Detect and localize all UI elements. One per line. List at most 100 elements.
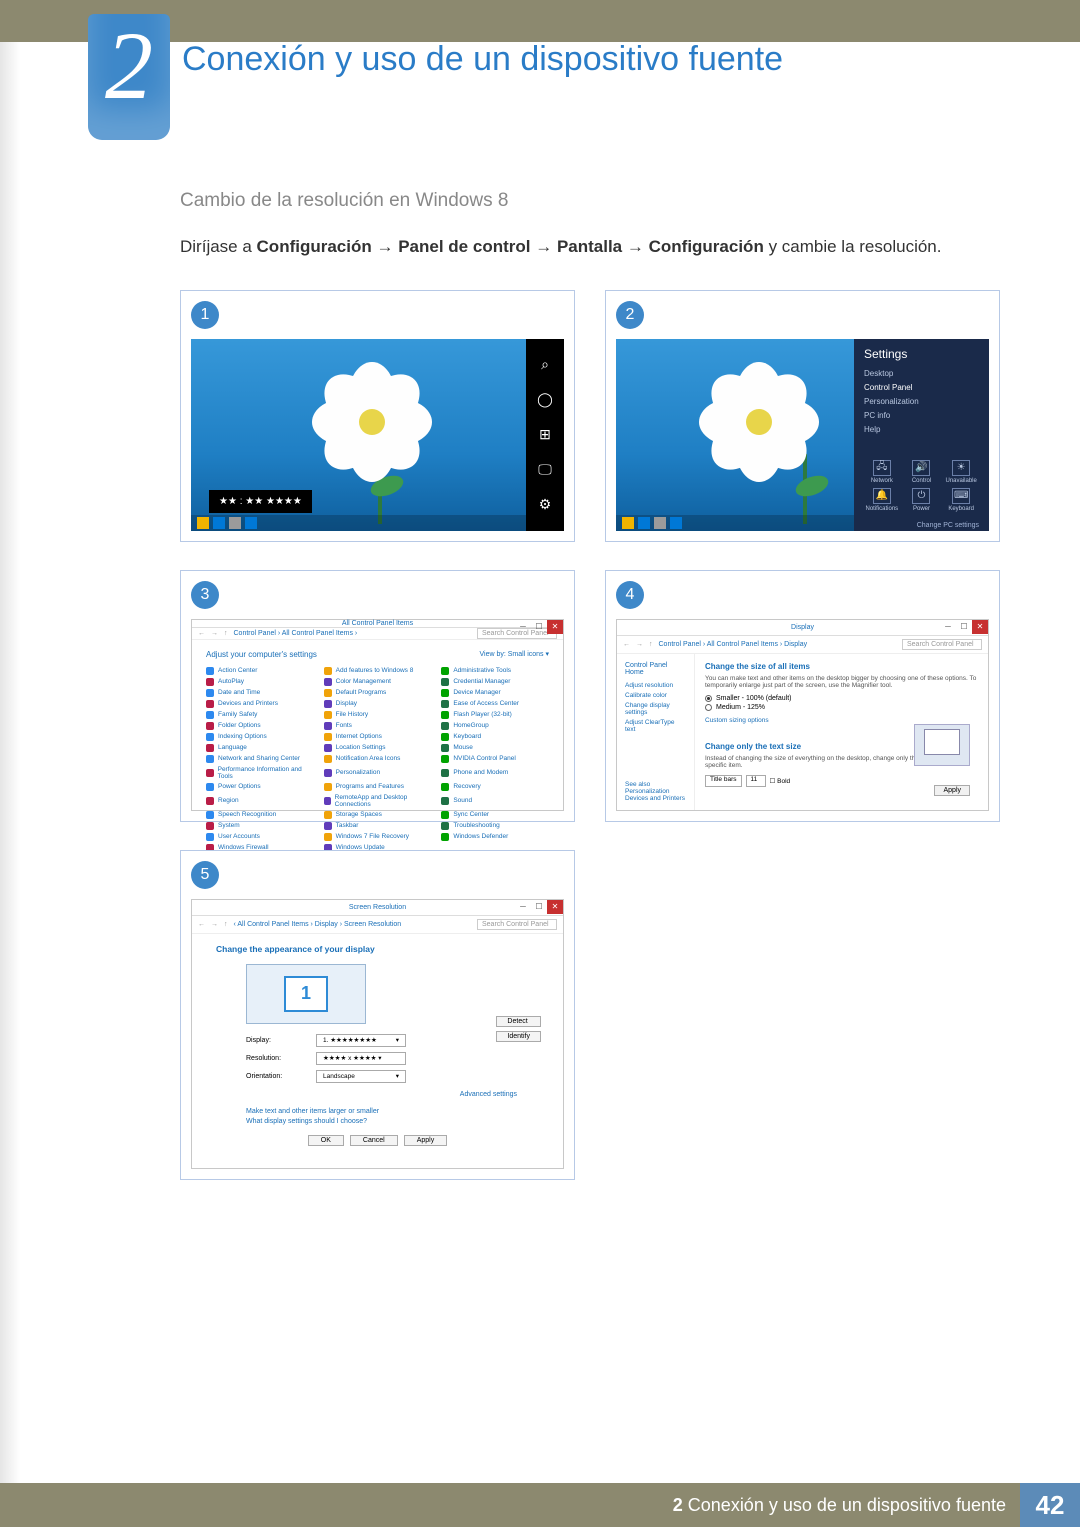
control-panel-link[interactable]: Location Settings bbox=[324, 744, 432, 752]
radio-medium[interactable]: Medium - 125% bbox=[705, 704, 978, 711]
control-panel-link[interactable]: Credential Manager bbox=[441, 678, 549, 686]
forward-icon[interactable]: → bbox=[211, 630, 218, 637]
control-panel-link[interactable]: Default Programs bbox=[324, 689, 432, 697]
control-panel-link[interactable]: HomeGroup bbox=[441, 722, 549, 730]
control-panel-link[interactable]: System bbox=[206, 822, 314, 830]
control-panel-link[interactable]: Region bbox=[206, 794, 314, 808]
see-also-link[interactable]: Personalization bbox=[625, 788, 685, 795]
see-also-link[interactable]: Devices and Printers bbox=[625, 795, 685, 802]
settings-item[interactable]: Desktop bbox=[864, 369, 979, 378]
control-panel-link[interactable]: Color Management bbox=[324, 678, 432, 686]
control-panel-link[interactable]: Notification Area Icons bbox=[324, 755, 432, 763]
identify-button[interactable]: Identify bbox=[496, 1031, 541, 1042]
resolution-dropdown[interactable]: ★★★★ x ★★★★ ▾ bbox=[316, 1052, 406, 1065]
cancel-button[interactable]: Cancel bbox=[350, 1135, 398, 1146]
control-panel-link[interactable]: Date and Time bbox=[206, 689, 314, 697]
control-panel-link[interactable]: NVIDIA Control Panel bbox=[441, 755, 549, 763]
share-icon[interactable]: ◯ bbox=[536, 391, 554, 409]
search-icon[interactable]: ⌕ bbox=[536, 356, 554, 374]
control-panel-link[interactable]: Internet Options bbox=[324, 733, 432, 741]
breadcrumb[interactable]: Control Panel › All Control Panel Items … bbox=[659, 641, 808, 648]
item-dropdown[interactable]: Title bars bbox=[705, 775, 742, 787]
control-panel-link[interactable]: Taskbar bbox=[324, 822, 432, 830]
devices-icon[interactable]: 🖵 bbox=[536, 461, 554, 479]
minimize-icon[interactable]: ─ bbox=[940, 620, 956, 634]
settings-item-control-panel[interactable]: Control Panel bbox=[864, 383, 979, 392]
view-by[interactable]: View by: Small icons ▾ bbox=[479, 650, 549, 658]
control-panel-link[interactable]: Programs and Features bbox=[324, 783, 432, 791]
minimize-icon[interactable]: ─ bbox=[515, 620, 531, 634]
control-panel-link[interactable]: Storage Spaces bbox=[324, 811, 432, 819]
control-panel-link[interactable]: Troubleshooting bbox=[441, 822, 549, 830]
control-panel-link[interactable]: Language bbox=[206, 744, 314, 752]
control-panel-link[interactable]: Fonts bbox=[324, 722, 432, 730]
help-link[interactable]: What display settings should I choose? bbox=[246, 1118, 539, 1125]
back-icon[interactable]: ← bbox=[198, 630, 205, 637]
control-panel-link[interactable]: Administrative Tools bbox=[441, 667, 549, 675]
settings-item[interactable]: Personalization bbox=[864, 397, 979, 406]
network-icon[interactable]: 🖧Network bbox=[864, 460, 900, 484]
control-panel-link[interactable]: Sound bbox=[441, 794, 549, 808]
control-panel-link[interactable]: Phone and Modem bbox=[441, 766, 549, 780]
settings-item[interactable]: Help bbox=[864, 425, 979, 434]
sidebar-item[interactable]: Calibrate color bbox=[625, 692, 686, 699]
bold-checkbox[interactable]: ☐ Bold bbox=[770, 777, 791, 785]
maximize-icon[interactable]: ☐ bbox=[531, 620, 547, 634]
control-panel-link[interactable]: Indexing Options bbox=[206, 733, 314, 741]
custom-sizing-link[interactable]: Custom sizing options bbox=[705, 717, 978, 724]
control-panel-link[interactable]: Mouse bbox=[441, 744, 549, 752]
sidebar-item[interactable]: Adjust resolution bbox=[625, 682, 686, 689]
power-icon[interactable]: ⏻Power bbox=[904, 488, 940, 512]
control-panel-link[interactable]: Recovery bbox=[441, 783, 549, 791]
control-panel-link[interactable]: Display bbox=[324, 700, 432, 708]
control-panel-link[interactable]: File History bbox=[324, 711, 432, 719]
maximize-icon[interactable]: ☐ bbox=[956, 620, 972, 634]
control-panel-link[interactable]: Action Center bbox=[206, 667, 314, 675]
brightness-icon[interactable]: ☀Unavailable bbox=[943, 460, 979, 484]
forward-icon[interactable]: → bbox=[636, 641, 643, 648]
advanced-settings-link[interactable]: Advanced settings bbox=[216, 1091, 517, 1098]
start-icon[interactable]: ⊞ bbox=[536, 426, 554, 444]
up-icon[interactable]: ↑ bbox=[649, 641, 653, 648]
radio-smaller[interactable]: Smaller - 100% (default) bbox=[705, 695, 978, 702]
up-icon[interactable]: ↑ bbox=[224, 921, 228, 928]
minimize-icon[interactable]: ─ bbox=[515, 900, 531, 914]
search-input[interactable]: Search Control Panel bbox=[902, 639, 982, 650]
notifications-icon[interactable]: 🔔Notifications bbox=[864, 488, 900, 512]
control-panel-link[interactable]: Network and Sharing Center bbox=[206, 755, 314, 763]
control-panel-link[interactable]: Family Safety bbox=[206, 711, 314, 719]
settings-icon[interactable]: ⚙ bbox=[536, 496, 554, 514]
control-panel-link[interactable]: Windows Defender bbox=[441, 833, 549, 841]
back-icon[interactable]: ← bbox=[623, 641, 630, 648]
breadcrumb[interactable]: Control Panel › All Control Panel Items … bbox=[234, 630, 358, 637]
control-panel-link[interactable]: Device Manager bbox=[441, 689, 549, 697]
control-panel-link[interactable]: Ease of Access Center bbox=[441, 700, 549, 708]
display-dropdown[interactable]: 1. ★★★★★★★★▾ bbox=[316, 1034, 406, 1047]
sidebar-item[interactable]: Change display settings bbox=[625, 702, 686, 716]
control-panel-link[interactable]: Flash Player (32-bit) bbox=[441, 711, 549, 719]
forward-icon[interactable]: → bbox=[211, 921, 218, 928]
search-input[interactable]: Search Control Panel bbox=[477, 919, 557, 930]
control-panel-link[interactable]: Speech Recognition bbox=[206, 811, 314, 819]
up-icon[interactable]: ↑ bbox=[224, 630, 228, 637]
size-dropdown[interactable]: 11 bbox=[746, 775, 766, 787]
control-panel-link[interactable]: RemoteApp and Desktop Connections bbox=[324, 794, 432, 808]
sidebar-item[interactable]: Adjust ClearType text bbox=[625, 719, 686, 733]
control-panel-link[interactable]: Add features to Windows 8 bbox=[324, 667, 432, 675]
help-link[interactable]: Make text and other items larger or smal… bbox=[246, 1108, 539, 1115]
close-icon[interactable]: ✕ bbox=[547, 900, 563, 914]
ok-button[interactable]: OK bbox=[308, 1135, 344, 1146]
control-panel-link[interactable]: Power Options bbox=[206, 783, 314, 791]
settings-item[interactable]: PC info bbox=[864, 411, 979, 420]
keyboard-icon[interactable]: ⌨Keyboard bbox=[943, 488, 979, 512]
breadcrumb[interactable]: ‹ All Control Panel Items › Display › Sc… bbox=[234, 921, 402, 928]
control-panel-link[interactable]: Devices and Printers bbox=[206, 700, 314, 708]
back-icon[interactable]: ← bbox=[198, 921, 205, 928]
volume-icon[interactable]: 🔊Control bbox=[904, 460, 940, 484]
control-panel-link[interactable]: Personalization bbox=[324, 766, 432, 780]
close-icon[interactable]: ✕ bbox=[972, 620, 988, 634]
apply-button[interactable]: Apply bbox=[404, 1135, 448, 1146]
close-icon[interactable]: ✕ bbox=[547, 620, 563, 634]
maximize-icon[interactable]: ☐ bbox=[531, 900, 547, 914]
change-pc-settings[interactable]: Change PC settings bbox=[864, 522, 979, 529]
